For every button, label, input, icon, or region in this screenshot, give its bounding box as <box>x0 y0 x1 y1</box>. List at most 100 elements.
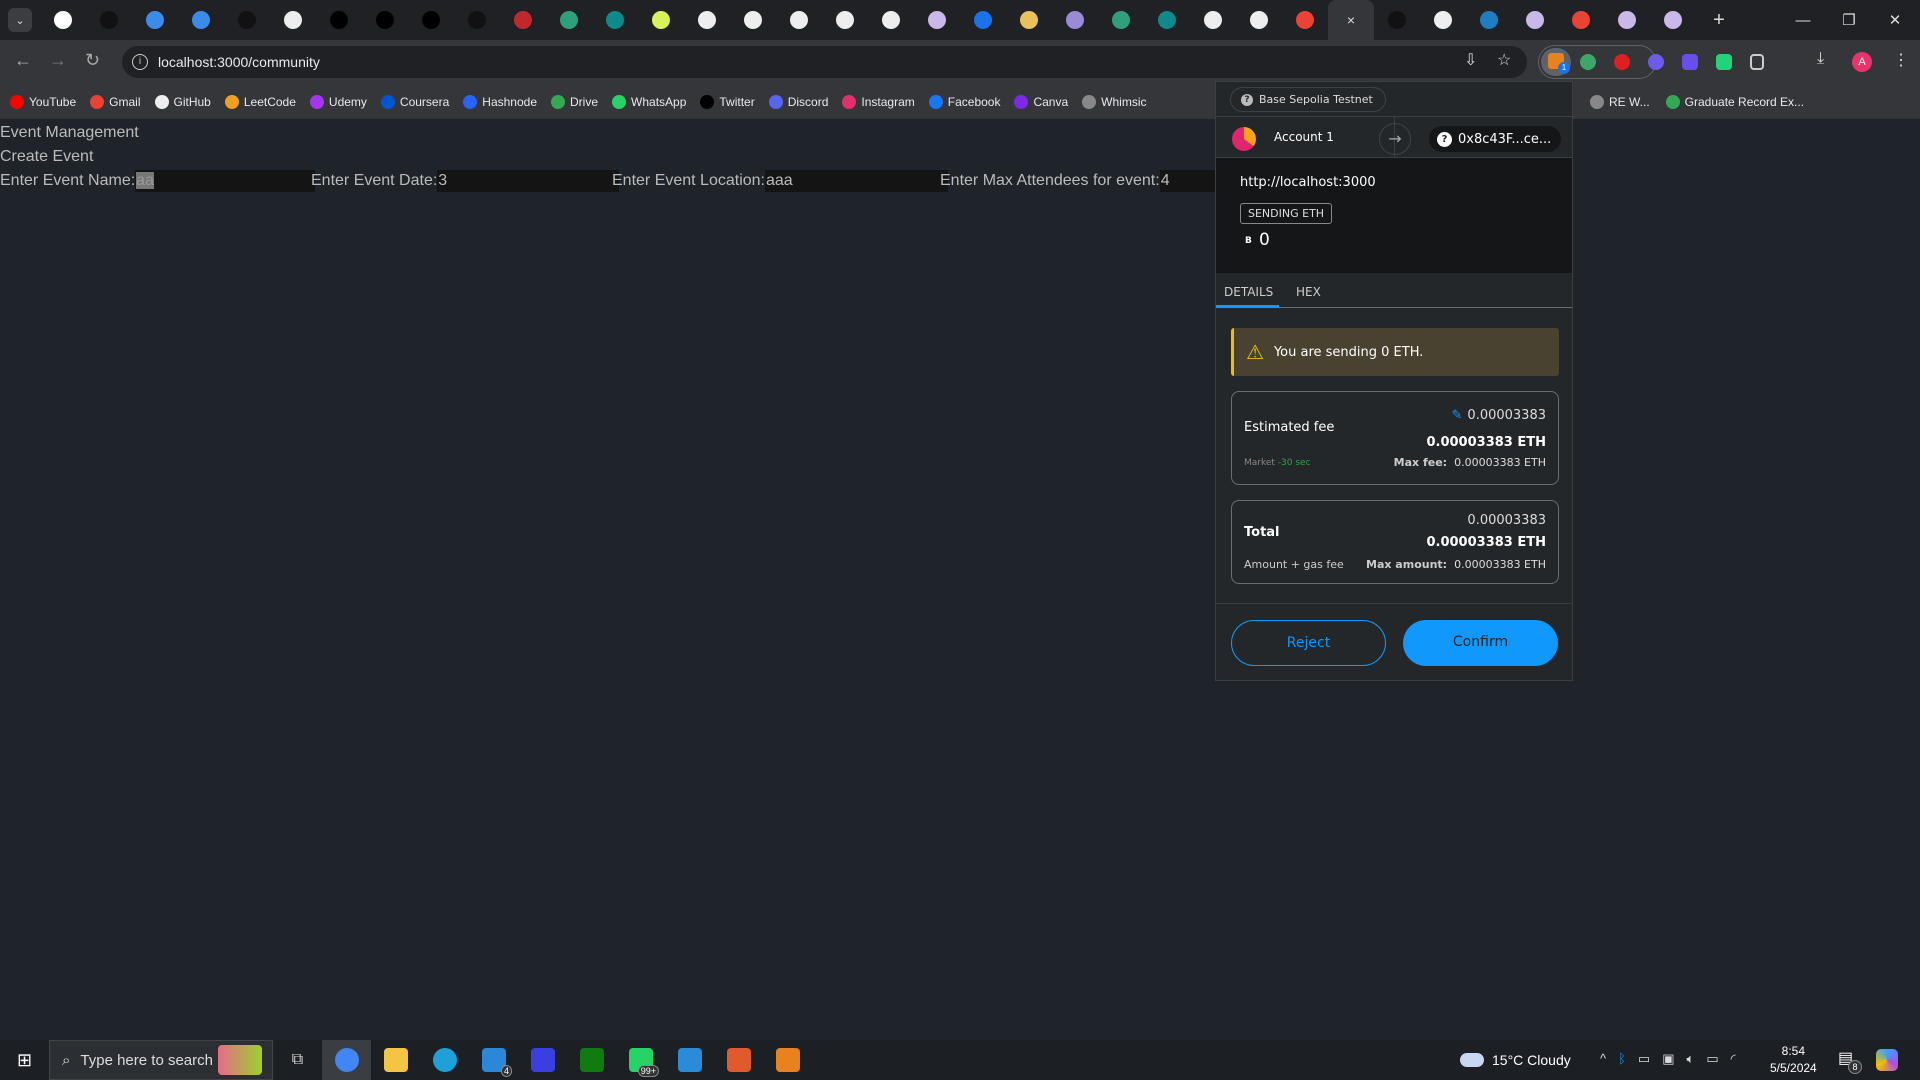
bookmark-star-icon[interactable]: ☆ <box>1497 50 1511 70</box>
browser-tab[interactable] <box>638 0 684 40</box>
browser-tab[interactable] <box>178 0 224 40</box>
browser-tab[interactable] <box>500 0 546 40</box>
bookmark-canva[interactable]: Canva <box>1014 94 1068 109</box>
camera-icon[interactable]: ▭ <box>1638 1051 1650 1067</box>
browser-tab[interactable] <box>1098 0 1144 40</box>
notifications-button[interactable]: ▤ 8 <box>1838 1048 1862 1074</box>
bookmark-re-w-[interactable]: RE W... <box>1590 95 1650 109</box>
browser-tab[interactable] <box>960 0 1006 40</box>
browser-tab[interactable] <box>1512 0 1558 40</box>
browser-tab[interactable] <box>316 0 362 40</box>
bookmark-whimsic[interactable]: Whimsic <box>1082 94 1146 109</box>
url-text[interactable]: localhost:3000/community <box>158 54 320 70</box>
browser-tab[interactable] <box>1282 0 1328 40</box>
bookmark-discord[interactable]: Discord <box>768 94 828 109</box>
browser-tab[interactable] <box>86 0 132 40</box>
bookmark-whatsapp[interactable]: WhatsApp <box>612 94 686 109</box>
bookmark-instagram[interactable]: Instagram <box>842 94 915 109</box>
browser-tab[interactable] <box>684 0 730 40</box>
event-date-input[interactable]: 3 <box>437 170 620 192</box>
tab-hex[interactable]: HEX <box>1296 285 1321 299</box>
browser-tab[interactable] <box>454 0 500 40</box>
install-app-icon[interactable]: ⇩ <box>1464 50 1477 70</box>
site-info-icon[interactable]: i <box>132 54 148 70</box>
extension-icon-4[interactable] <box>1682 54 1698 70</box>
address-bar[interactable]: i localhost:3000/community <box>122 46 1527 78</box>
forward-icon[interactable]: → <box>49 50 67 71</box>
back-icon[interactable]: ← <box>14 50 32 71</box>
close-tab-icon[interactable]: × <box>1347 12 1355 28</box>
extension-icon-2[interactable] <box>1614 54 1630 70</box>
browser-tab[interactable] <box>592 0 638 40</box>
browser-tab[interactable] <box>40 0 86 40</box>
extension-icon-1[interactable] <box>1580 54 1596 70</box>
browser-tab[interactable] <box>132 0 178 40</box>
clock[interactable]: 8:54 5/5/2024 <box>1770 1043 1817 1077</box>
browser-tab[interactable] <box>776 0 822 40</box>
browser-tab[interactable] <box>1558 0 1604 40</box>
minimize-button[interactable]: — <box>1780 0 1826 40</box>
browser-tab[interactable] <box>1006 0 1052 40</box>
bookmark-udemy[interactable]: Udemy <box>309 94 367 109</box>
taskbar-search[interactable]: ⌕ Type here to search <box>49 1040 273 1080</box>
bookmark-youtube[interactable]: YouTube <box>10 94 76 109</box>
browser-tab[interactable] <box>822 0 868 40</box>
browser-tab[interactable] <box>1236 0 1282 40</box>
menu-icon[interactable]: ⋮ <box>1893 50 1909 70</box>
bookmark-drive[interactable]: Drive <box>551 94 598 109</box>
metamask-extension-button[interactable]: 1 <box>1541 48 1571 76</box>
fee-speed[interactable]: Market -30 sec <box>1244 458 1311 468</box>
browser-tab[interactable] <box>914 0 960 40</box>
bookmark-leetcode[interactable]: LeetCode <box>224 94 296 109</box>
tab-details[interactable]: DETAILS <box>1224 285 1273 299</box>
browser-tab[interactable] <box>1420 0 1466 40</box>
browser-tab[interactable] <box>1604 0 1650 40</box>
browser-tab[interactable] <box>546 0 592 40</box>
bookmark-github[interactable]: GitHub <box>154 94 211 109</box>
bookmark-gmail[interactable]: Gmail <box>90 94 141 109</box>
account-name[interactable]: Account 1 <box>1274 130 1334 144</box>
profile-avatar[interactable]: A <box>1852 52 1872 72</box>
active-tab[interactable]: × <box>1328 0 1374 40</box>
extension-icon-3[interactable] <box>1648 54 1664 70</box>
battery-icon[interactable]: ▭ <box>1706 1051 1718 1067</box>
new-tab-button[interactable]: + <box>1696 0 1742 40</box>
bookmark-facebook[interactable]: Facebook <box>928 94 1000 109</box>
display-icon[interactable]: ▣ <box>1662 1051 1674 1067</box>
taskbar-app-mail[interactable]: 4 <box>469 1040 518 1080</box>
browser-tab[interactable] <box>408 0 454 40</box>
copilot-icon[interactable] <box>1876 1049 1898 1071</box>
bookmark-hashnode[interactable]: Hashnode <box>463 94 537 109</box>
taskbar-app-file-explorer[interactable] <box>371 1040 420 1080</box>
taskbar-app-edge[interactable] <box>420 1040 469 1080</box>
extension-icon-5[interactable] <box>1716 54 1732 70</box>
edit-fee-icon[interactable]: ✎ <box>1452 408 1463 423</box>
restore-button[interactable]: ❐ <box>1826 0 1872 40</box>
browser-tab[interactable] <box>362 0 408 40</box>
browser-tab[interactable] <box>1374 0 1420 40</box>
browser-tab[interactable] <box>730 0 776 40</box>
bookmark-coursera[interactable]: Coursera <box>380 94 449 109</box>
tray-chevron-icon[interactable]: ^ <box>1600 1051 1606 1067</box>
bluetooth-icon[interactable]: ᛒ <box>1618 1051 1626 1067</box>
event-location-input[interactable]: aaa <box>764 170 948 192</box>
taskbar-app-whatsapp[interactable]: 99+ <box>616 1040 665 1080</box>
network-pill[interactable]: ? Base Sepolia Testnet <box>1230 87 1386 112</box>
confirm-button[interactable]: Confirm <box>1403 620 1558 666</box>
wifi-icon[interactable]: ◜ <box>1731 1051 1736 1067</box>
browser-tab[interactable] <box>1052 0 1098 40</box>
bookmark-twitter[interactable]: Twitter <box>700 94 755 109</box>
event-name-input[interactable]: aa <box>135 170 316 192</box>
taskbar-app-xbox[interactable] <box>567 1040 616 1080</box>
volume-icon[interactable]: 🔈︎ <box>1687 1051 1695 1067</box>
extensions-puzzle-icon[interactable] <box>1750 54 1764 70</box>
browser-tab[interactable] <box>868 0 914 40</box>
reject-button[interactable]: Reject <box>1231 620 1386 666</box>
close-window-button[interactable]: ✕ <box>1872 0 1918 40</box>
start-button[interactable]: ⊞ <box>0 1040 49 1080</box>
downloads-icon[interactable]: ⤓ <box>1817 50 1824 68</box>
taskbar-app-app-blue[interactable] <box>518 1040 567 1080</box>
browser-tab[interactable] <box>1466 0 1512 40</box>
reload-icon[interactable]: ↻ <box>85 50 100 71</box>
bookmark-graduate-record-ex-[interactable]: Graduate Record Ex... <box>1665 95 1804 109</box>
